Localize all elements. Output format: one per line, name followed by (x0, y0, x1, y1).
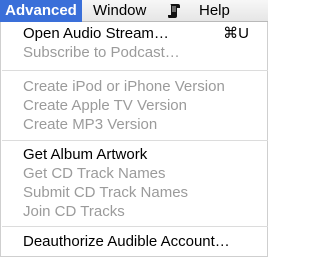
menu-bar: Advanced Window Help (0, 0, 268, 22)
menu-item-get-album-artwork[interactable]: Get Album Artwork (23, 145, 147, 165)
menu-item-create-apple-tv-version: Create Apple TV Version (23, 97, 187, 114)
itunes-advanced-menu-screen: Advanced Window Help Open Audio Stream… … (0, 0, 268, 257)
menu-item-open-audio-stream[interactable]: Open Audio Stream… (23, 24, 169, 44)
menu-item-submit-cd-track-names: Submit CD Track Names (23, 184, 189, 201)
menu-item-subscribe-to-podcast: Subscribe to Podcast… (23, 44, 180, 61)
shortcut-open-audio-stream: ⌘U (223, 25, 249, 42)
menu-item-get-cd-track-names: Get CD Track Names (23, 165, 166, 182)
menubar-advanced[interactable]: Advanced (0, 0, 82, 22)
advanced-dropdown-menu: Open Audio Stream… ⌘U Subscribe to Podca… (0, 22, 268, 257)
menu-separator-2 (2, 140, 268, 141)
menubar-window[interactable]: Window (93, 0, 146, 22)
menu-item-create-ipod-iphone-version: Create iPod or iPhone Version (23, 78, 225, 95)
menu-item-create-mp3-version: Create MP3 Version (23, 116, 158, 133)
script-scroll-icon[interactable] (166, 0, 182, 22)
menu-separator-1 (2, 70, 268, 71)
menu-separator-3 (2, 226, 268, 227)
menubar-help[interactable]: Help (199, 0, 230, 22)
menu-item-deauthorize-audible-account[interactable]: Deauthorize Audible Account… (23, 232, 230, 252)
menu-item-join-cd-tracks: Join CD Tracks (23, 203, 125, 220)
